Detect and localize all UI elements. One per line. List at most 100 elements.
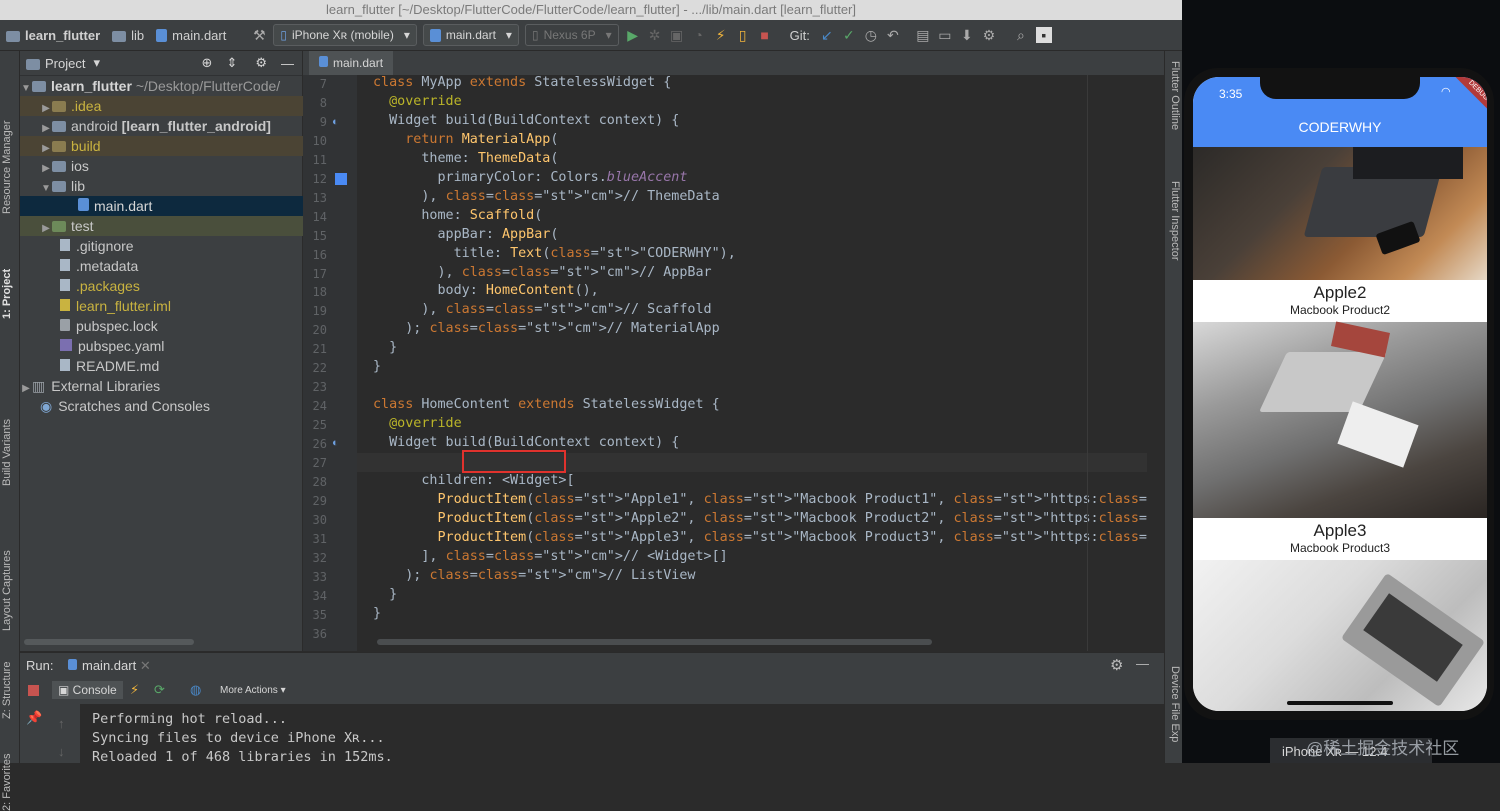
chevron-down-icon[interactable]: ▾ — [93, 55, 100, 71]
tree-item-pubspec-yaml[interactable]: pubspec.yaml — [20, 336, 342, 356]
scroll-down-icon[interactable]: ↓ — [58, 744, 65, 759]
hide-icon[interactable]: — — [1136, 656, 1149, 671]
tab-layout-captures[interactable]: Layout Captures — [1, 550, 13, 631]
color-swatch-icon[interactable] — [335, 173, 347, 185]
hot-reload-icon[interactable]: ⚡ — [130, 682, 139, 698]
hot-reload-icon[interactable]: ⚡ — [710, 27, 732, 44]
code-line[interactable]: body: HomeContent(), — [373, 283, 598, 298]
tab-favorites[interactable]: 2: Favorites — [1, 754, 13, 811]
tree-item-build[interactable]: ▶ build — [20, 136, 322, 156]
code-line[interactable]: ); class=class="st">"cm">// ListView — [373, 568, 695, 583]
tree-item-readme[interactable]: README.md — [20, 356, 342, 376]
override-marker-icon[interactable]: ◐ — [332, 437, 339, 449]
tree-item-pubspec-lock[interactable]: pubspec.lock — [20, 316, 342, 336]
coverage-icon[interactable]: ▣ — [666, 27, 688, 44]
tree-item-external-libraries[interactable]: ▶ ▥ External Libraries — [20, 376, 302, 396]
breadcrumb-file[interactable]: main.dart — [150, 20, 232, 50]
project-structure-icon[interactable]: ▤ — [912, 27, 934, 44]
stop-icon[interactable]: ■ — [754, 27, 776, 43]
code-line[interactable]: ], class=class="st">"cm">// <Widget>[] — [373, 549, 727, 564]
devtools-icon[interactable]: ◍ — [190, 682, 201, 698]
tab-flutter-inspector[interactable]: Flutter Inspector — [1169, 181, 1181, 260]
code-line[interactable]: theme: ThemeData( — [373, 151, 558, 166]
project-view-selector[interactable]: Project — [45, 56, 85, 71]
hammer-icon[interactable]: ⚒ — [248, 27, 270, 44]
tree-item-packages[interactable]: .packages — [20, 276, 342, 296]
code-line[interactable]: } — [373, 587, 397, 602]
breadcrumb-project[interactable]: learn_flutter — [0, 20, 106, 50]
tree-item-gitignore[interactable]: .gitignore — [20, 236, 342, 256]
hot-restart-icon[interactable]: ▯ — [732, 27, 754, 44]
breadcrumb-folder[interactable]: lib — [106, 20, 150, 50]
hot-restart-icon[interactable]: ⟳ — [154, 682, 165, 698]
run-tab-main-dart[interactable]: main.dart ✕ — [68, 658, 151, 674]
tree-item-lib[interactable]: ▼ lib — [20, 176, 322, 196]
editor-horizontal-scrollbar[interactable] — [377, 639, 932, 645]
tree-item-android[interactable]: ▶ android [learn_flutter_android] — [20, 116, 322, 136]
tree-item-scratches[interactable]: ◉ Scratches and Consoles — [20, 396, 322, 416]
code-line[interactable]: home: Scaffold( — [373, 208, 542, 223]
sdk-manager-icon[interactable]: ⬇ — [956, 27, 978, 44]
flutter-icon[interactable]: ⚙ — [978, 27, 1000, 44]
locate-icon[interactable]: ⊕ — [202, 55, 213, 71]
code-line[interactable]: class HomeContent extends StatelessWidge… — [373, 397, 720, 412]
tab-device-file-explorer[interactable]: Device File Exp — [1169, 666, 1181, 742]
emulator-selector[interactable]: ▯ Nexus 6P ▾ — [524, 24, 619, 46]
code-line[interactable]: class MyApp extends StatelessWidget { — [373, 75, 671, 90]
more-actions-button[interactable]: More Actions ▾ — [220, 685, 286, 696]
phone-screen[interactable]: 3:35 ◠ CODERWHY DEBUG Apple2 Macbook Pro… — [1193, 77, 1487, 711]
pin-icon[interactable]: 📌 — [26, 710, 42, 726]
git-update-icon[interactable]: ↙ — [816, 27, 838, 44]
history-icon[interactable]: ◷ — [860, 27, 882, 44]
code-line[interactable]: title: Text(class="st">"CODERWHY"), — [373, 246, 736, 261]
code-line[interactable]: ); class=class="st">"cm">// MaterialApp — [373, 321, 719, 336]
code-line[interactable]: appBar: AppBar( — [373, 227, 558, 242]
code-line[interactable]: ), class=class="st">"cm">// Scaffold — [373, 302, 711, 317]
profile-icon[interactable]: ◔ — [688, 27, 710, 43]
tree-item-iml[interactable]: learn_flutter.iml — [20, 296, 342, 316]
tree-item-ios[interactable]: ▶ ios — [20, 156, 322, 176]
code-line[interactable]: ), class=class="st">"cm">// ThemeData — [373, 189, 719, 204]
console-tab[interactable]: ▣ Console — [52, 681, 123, 699]
code-line[interactable]: } — [373, 340, 397, 355]
override-marker-icon[interactable]: ◐ — [332, 116, 339, 128]
tree-item-test[interactable]: ▶ test — [20, 216, 322, 236]
tab-structure[interactable]: Z: Structure — [1, 662, 13, 719]
debug-icon[interactable]: ✲ — [644, 27, 666, 44]
code-line[interactable]: ), class=class="st">"cm">// AppBar — [373, 265, 711, 280]
hide-icon[interactable]: — — [281, 56, 294, 71]
code-line[interactable]: } — [373, 359, 381, 374]
code-line[interactable]: primaryColor: Colors.blueAccent — [373, 170, 687, 185]
code-line[interactable]: @override — [373, 416, 462, 431]
tree-root[interactable]: ▼ learn_flutter ~/Desktop/FlutterCode/ — [20, 76, 302, 96]
tab-resource-manager[interactable]: Resource Manager — [1, 120, 13, 214]
editor-scrollbar[interactable] — [1147, 75, 1164, 651]
tab-main-dart[interactable]: main.dart — [309, 51, 394, 77]
tree-item-idea[interactable]: ▶ .idea — [20, 96, 322, 116]
code-line[interactable]: Widget build(BuildContext context) { — [373, 113, 679, 128]
collapse-icon[interactable]: ⇕ — [226, 55, 237, 71]
gear-icon[interactable]: ⚙ — [1110, 656, 1123, 674]
run-config-selector[interactable]: main.dart ▾ — [422, 24, 519, 46]
code-line[interactable]: return MaterialApp( — [373, 132, 558, 147]
device-selector[interactable]: ▯ iPhone Xʀ (mobile) ▾ — [273, 24, 417, 46]
tree-item-metadata[interactable]: .metadata — [20, 256, 342, 276]
code-line[interactable]: children: <Widget>[ — [373, 473, 574, 488]
run-icon[interactable]: ▶ — [622, 27, 644, 44]
avd-manager-icon[interactable]: ▭ — [934, 27, 956, 44]
event-log-icon[interactable]: ▪ — [1035, 27, 1052, 43]
stop-icon[interactable] — [28, 685, 39, 696]
revert-icon[interactable]: ↶ — [882, 27, 904, 44]
code-line[interactable]: Widget build(BuildContext context) { — [373, 435, 679, 450]
project-horizontal-scrollbar[interactable] — [24, 639, 194, 645]
tab-project[interactable]: 1: Project — [1, 269, 13, 319]
git-commit-icon[interactable]: ✓ — [838, 27, 860, 44]
tab-build-variants[interactable]: Build Variants — [1, 419, 13, 486]
code-line[interactable]: @override — [373, 94, 462, 109]
tab-flutter-outline[interactable]: Flutter Outline — [1169, 61, 1181, 130]
scroll-up-icon[interactable]: ↑ — [58, 716, 65, 731]
code-line[interactable]: } — [373, 606, 381, 621]
gear-icon[interactable]: ⚙ — [255, 55, 267, 71]
close-icon[interactable]: ✕ — [140, 658, 151, 673]
search-icon[interactable]: ⌕ — [1010, 27, 1032, 44]
